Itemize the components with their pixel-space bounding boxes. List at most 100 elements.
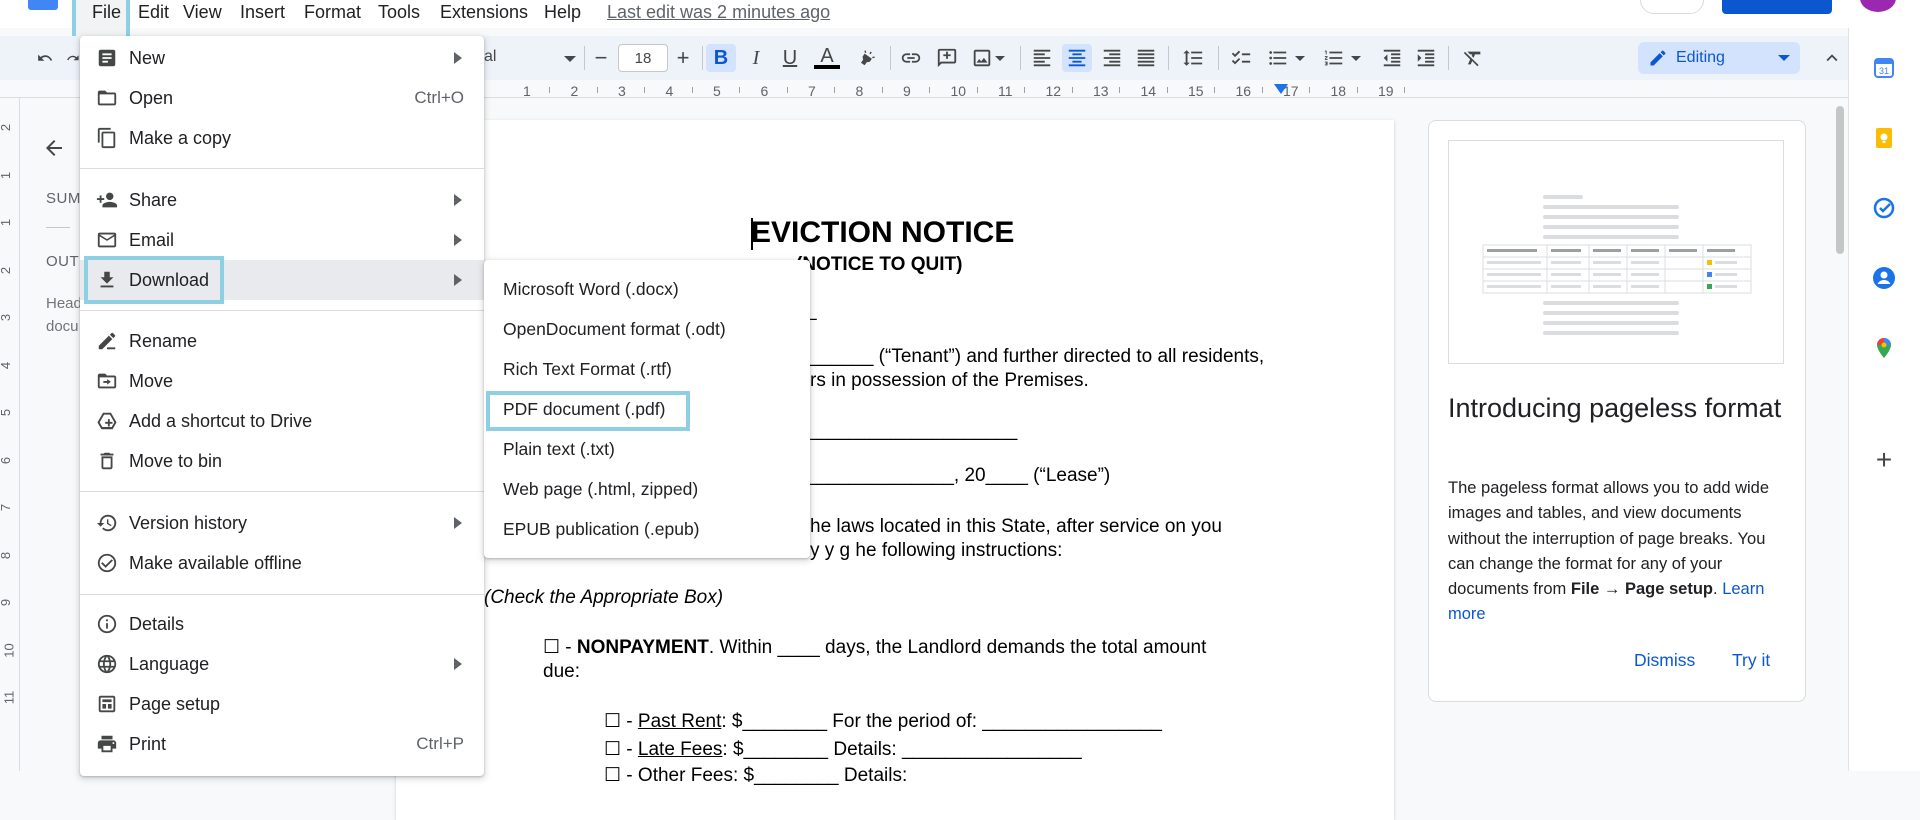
doc-line[interactable]: due: [543, 661, 580, 683]
ruler-number: 1 [523, 83, 531, 99]
file-menu-move-to-bin[interactable]: Move to bin [80, 441, 484, 481]
doc-line[interactable]: y y g he following instructions: [810, 540, 1062, 562]
font-size-input[interactable]: 18 [618, 44, 668, 72]
align-left-icon[interactable] [1028, 44, 1056, 72]
file-menu-print[interactable]: Print Ctrl+P [80, 724, 484, 764]
submenu-arrow-icon [454, 52, 462, 64]
undo-icon[interactable] [30, 44, 60, 72]
file-menu-page-setup[interactable]: Page setup [80, 684, 484, 724]
file-menu-new[interactable]: New [80, 38, 484, 78]
checkbox-glyph[interactable]: ☐ - [604, 739, 638, 760]
file-menu-version-history[interactable]: Version history [80, 503, 484, 543]
maps-icon[interactable] [1872, 336, 1896, 360]
underline-button[interactable]: U [776, 44, 804, 72]
checkbox-glyph[interactable]: ☐ - [604, 711, 638, 732]
highlight-color-icon[interactable] [852, 44, 882, 72]
add-icon[interactable]: + [1872, 446, 1896, 474]
align-center-icon[interactable] [1062, 44, 1092, 72]
checkbox-glyph[interactable]: ☐ - [543, 637, 577, 658]
docs-logo-icon[interactable] [28, 0, 58, 10]
doc-line[interactable]: he laws located in this State, after ser… [810, 516, 1222, 538]
bulleted-list-icon[interactable] [1262, 44, 1310, 72]
clear-formatting-icon[interactable] [1458, 44, 1488, 72]
submenu-arrow-icon [454, 517, 462, 529]
calendar-icon[interactable]: 31 [1872, 56, 1896, 80]
file-menu-open[interactable]: Open Ctrl+O [80, 78, 484, 118]
text-color-button[interactable]: A [812, 44, 842, 72]
doc-line[interactable]: (Check the Appropriate Box) [484, 587, 723, 609]
tasks-icon[interactable] [1872, 196, 1896, 220]
menu-help[interactable]: Help [540, 2, 585, 23]
last-edit-link[interactable]: Last edit was 2 minutes ago [607, 2, 830, 23]
file-menu-move[interactable]: Move [80, 361, 484, 401]
toolbar-divider [1218, 46, 1219, 70]
menu-edit[interactable]: Edit [134, 2, 173, 23]
increase-font-size-icon[interactable]: + [670, 44, 696, 72]
meet-button[interactable] [1640, 0, 1704, 14]
collapse-menus-icon[interactable] [1818, 44, 1846, 72]
download-odt[interactable]: OpenDocument format (.odt) [484, 309, 810, 349]
checklist-icon[interactable] [1226, 44, 1256, 72]
scrollbar-thumb[interactable] [1836, 106, 1844, 254]
numbered-list-icon[interactable] [1318, 44, 1366, 72]
menu-tools[interactable]: Tools [374, 2, 424, 23]
outline-hint-1: Head [46, 295, 82, 312]
contacts-icon[interactable] [1872, 266, 1896, 290]
file-menu-offline[interactable]: Make available offline [80, 543, 484, 583]
justify-icon[interactable] [1132, 44, 1160, 72]
download-rtf[interactable]: Rich Text Format (.rtf) [484, 349, 810, 389]
try-it-button[interactable]: Try it [1732, 650, 1770, 671]
file-menu-language[interactable]: Language [80, 644, 484, 684]
file-menu-details[interactable]: Details [80, 604, 484, 644]
ruler-tick [691, 87, 693, 93]
info-icon [96, 613, 118, 635]
increase-indent-icon[interactable] [1412, 44, 1440, 72]
line-spacing-icon[interactable] [1178, 44, 1208, 72]
file-menu-email[interactable]: Email [80, 220, 484, 260]
download-docx[interactable]: Microsoft Word (.docx) [484, 269, 810, 309]
decrease-font-size-icon[interactable]: − [588, 44, 614, 72]
menu-format[interactable]: Format [300, 2, 365, 23]
menu-file[interactable]: File [88, 2, 125, 23]
late-fees-line[interactable]: ☐ - Late Fees: $________ Details: ______… [604, 738, 1082, 761]
file-menu-share[interactable]: Share [80, 180, 484, 220]
download-html[interactable]: Web page (.html, zipped) [484, 469, 810, 509]
ruler-tick [929, 87, 930, 93]
font-name-dropdown[interactable]: al [484, 48, 496, 66]
share-button[interactable] [1722, 0, 1832, 14]
vertical-ruler[interactable] [0, 98, 20, 771]
file-menu-rename[interactable]: Rename [80, 321, 484, 361]
decrease-indent-icon[interactable] [1378, 44, 1406, 72]
document-title[interactable]: EVICTION NOTICE [751, 216, 1014, 250]
doc-line[interactable]: ______________, 20____ (“Lease”) [806, 465, 1110, 487]
right-indent-marker[interactable] [1274, 84, 1288, 94]
add-comment-icon[interactable] [932, 44, 962, 72]
insert-link-icon[interactable] [896, 44, 926, 72]
dismiss-button[interactable]: Dismiss [1634, 650, 1695, 671]
download-option-label: EPUB publication (.epub) [503, 519, 700, 539]
doc-line[interactable]: ____________________ [806, 420, 1017, 442]
download-txt[interactable]: Plain text (.txt) [484, 429, 810, 469]
font-dropdown-caret-icon[interactable] [564, 56, 576, 62]
bold-button[interactable]: B [706, 44, 736, 72]
insert-image-icon[interactable] [968, 44, 1008, 72]
back-arrow-icon[interactable] [42, 136, 66, 160]
drive-shortcut-icon [96, 410, 118, 432]
past-rent-line[interactable]: ☐ - Past Rent: $________ For the period … [604, 710, 1162, 733]
italic-button[interactable]: I [742, 44, 770, 72]
doc-line[interactable]: rs in possession of the Premises. [810, 370, 1089, 392]
menu-insert[interactable]: Insert [236, 2, 289, 23]
download-epub[interactable]: EPUB publication (.epub) [484, 509, 810, 549]
move-folder-icon [96, 370, 118, 392]
keep-icon[interactable] [1872, 126, 1896, 150]
file-menu-make-copy[interactable]: Make a copy [80, 118, 484, 158]
align-right-icon[interactable] [1098, 44, 1126, 72]
nonpayment-line[interactable]: ☐ - NONPAYMENT. Within ____ days, the La… [543, 636, 1206, 659]
other-fees-line[interactable]: ☐ - Other Fees: $________ Details: [604, 764, 907, 787]
menu-extensions[interactable]: Extensions [436, 2, 532, 23]
file-menu-add-shortcut[interactable]: Add a shortcut to Drive [80, 401, 484, 441]
menu-view[interactable]: View [179, 2, 226, 23]
document-subtitle[interactable]: (NOTICE TO QUIT) [796, 254, 962, 276]
doc-line[interactable]: ______ (“Tenant”) and further directed t… [810, 346, 1264, 368]
editing-mode-dropdown[interactable]: Editing [1638, 42, 1800, 74]
